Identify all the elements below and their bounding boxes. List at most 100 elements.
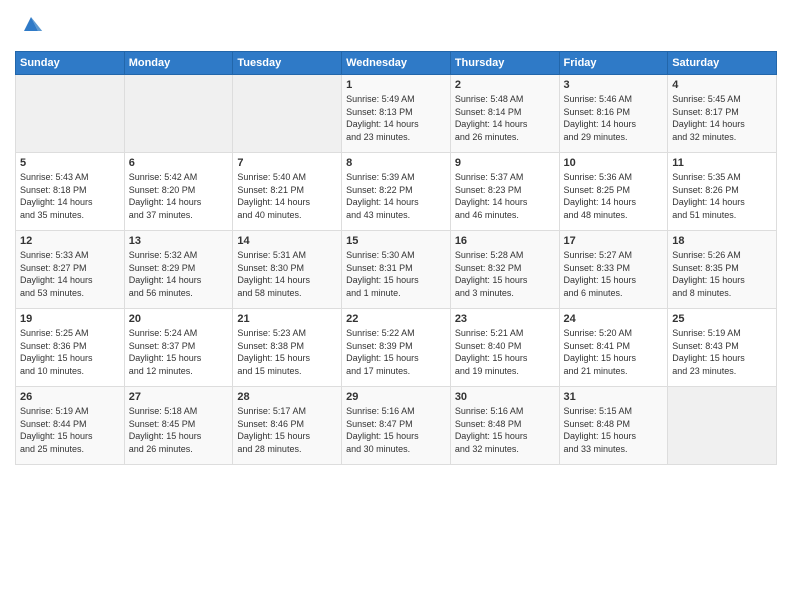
calendar-cell: 22 Sunrise: 5:22 AM Sunset: 8:39 PM Dayli…: [342, 309, 451, 387]
calendar-cell: [668, 387, 777, 465]
day-number: 31: [564, 391, 664, 403]
calendar-cell: 9 Sunrise: 5:37 AM Sunset: 8:23 PM Daylig…: [450, 153, 559, 231]
calendar-cell: 17 Sunrise: 5:27 AM Sunset: 8:33 PM Dayli…: [559, 231, 668, 309]
day-info: Sunrise: 5:16 AM Sunset: 8:48 PM Dayligh…: [455, 405, 555, 455]
calendar-cell: 1Sunrise: 5:49 AM Sunset: 8:13 PM Daylig…: [342, 75, 451, 153]
calendar-cell: 28 Sunrise: 5:17 AM Sunset: 8:46 PM Dayli…: [233, 387, 342, 465]
calendar-cell: 14 Sunrise: 5:31 AM Sunset: 8:30 PM Dayli…: [233, 231, 342, 309]
day-header-tuesday: Tuesday: [233, 52, 342, 75]
day-number: 21: [237, 313, 337, 325]
day-number: 20: [129, 313, 229, 325]
day-info: Sunrise: 5:40 AM Sunset: 8:21 PM Dayligh…: [237, 171, 337, 221]
day-info: Sunrise: 5:23 AM Sunset: 8:38 PM Dayligh…: [237, 327, 337, 377]
week-row-3: 12 Sunrise: 5:33 AM Sunset: 8:27 PM Dayli…: [16, 231, 777, 309]
calendar-cell: 21 Sunrise: 5:23 AM Sunset: 8:38 PM Dayli…: [233, 309, 342, 387]
calendar-cell: 12 Sunrise: 5:33 AM Sunset: 8:27 PM Dayli…: [16, 231, 125, 309]
day-number: 9: [455, 157, 555, 169]
calendar-cell: 26 Sunrise: 5:19 AM Sunset: 8:44 PM Dayli…: [16, 387, 125, 465]
day-number: 10: [564, 157, 664, 169]
day-number: 26: [20, 391, 120, 403]
day-number: 4: [672, 79, 772, 91]
calendar-cell: 20Sunrise: 5:24 AM Sunset: 8:37 PM Dayli…: [124, 309, 233, 387]
header: [15, 10, 777, 43]
day-number: 12: [20, 235, 120, 247]
day-info: Sunrise: 5:22 AM Sunset: 8:39 PM Dayligh…: [346, 327, 446, 377]
calendar-cell: 27 Sunrise: 5:18 AM Sunset: 8:45 PM Dayli…: [124, 387, 233, 465]
day-number: 24: [564, 313, 664, 325]
day-number: 15: [346, 235, 446, 247]
logo: [15, 10, 49, 43]
calendar-cell: [233, 75, 342, 153]
day-number: 17: [564, 235, 664, 247]
day-number: 25: [672, 313, 772, 325]
day-header-saturday: Saturday: [668, 52, 777, 75]
header-row: SundayMondayTuesdayWednesdayThursdayFrid…: [16, 52, 777, 75]
day-number: 29: [346, 391, 446, 403]
day-number: 7: [237, 157, 337, 169]
day-number: 16: [455, 235, 555, 247]
day-number: 22: [346, 313, 446, 325]
day-info: Sunrise: 5:36 AM Sunset: 8:25 PM Dayligh…: [564, 171, 664, 221]
day-info: Sunrise: 5:15 AM Sunset: 8:48 PM Dayligh…: [564, 405, 664, 455]
day-info: Sunrise: 5:25 AM Sunset: 8:36 PM Dayligh…: [20, 327, 120, 377]
calendar-cell: 15 Sunrise: 5:30 AM Sunset: 8:31 PM Dayli…: [342, 231, 451, 309]
day-info: Sunrise: 5:31 AM Sunset: 8:30 PM Dayligh…: [237, 249, 337, 299]
day-number: 8: [346, 157, 446, 169]
week-row-2: 5 Sunrise: 5:43 AM Sunset: 8:18 PM Daylig…: [16, 153, 777, 231]
day-number: 3: [564, 79, 664, 91]
day-number: 13: [129, 235, 229, 247]
day-info: Sunrise: 5:27 AM Sunset: 8:33 PM Dayligh…: [564, 249, 664, 299]
calendar-cell: 11 Sunrise: 5:35 AM Sunset: 8:26 PM Dayli…: [668, 153, 777, 231]
calendar-cell: 10 Sunrise: 5:36 AM Sunset: 8:25 PM Dayli…: [559, 153, 668, 231]
day-number: 5: [20, 157, 120, 169]
day-header-thursday: Thursday: [450, 52, 559, 75]
day-info: Sunrise: 5:39 AM Sunset: 8:22 PM Dayligh…: [346, 171, 446, 221]
week-row-1: 1Sunrise: 5:49 AM Sunset: 8:13 PM Daylig…: [16, 75, 777, 153]
day-info: Sunrise: 5:28 AM Sunset: 8:32 PM Dayligh…: [455, 249, 555, 299]
day-number: 19: [20, 313, 120, 325]
day-info: Sunrise: 5:46 AM Sunset: 8:16 PM Dayligh…: [564, 93, 664, 143]
day-info: Sunrise: 5:21 AM Sunset: 8:40 PM Dayligh…: [455, 327, 555, 377]
day-number: 1: [346, 79, 446, 91]
calendar-cell: 29 Sunrise: 5:16 AM Sunset: 8:47 PM Dayli…: [342, 387, 451, 465]
day-info: Sunrise: 5:18 AM Sunset: 8:45 PM Dayligh…: [129, 405, 229, 455]
calendar-cell: 16 Sunrise: 5:28 AM Sunset: 8:32 PM Dayli…: [450, 231, 559, 309]
calendar-cell: 6 Sunrise: 5:42 AM Sunset: 8:20 PM Daylig…: [124, 153, 233, 231]
calendar-cell: 25Sunrise: 5:19 AM Sunset: 8:43 PM Dayli…: [668, 309, 777, 387]
day-number: 11: [672, 157, 772, 169]
calendar-cell: 3 Sunrise: 5:46 AM Sunset: 8:16 PM Daylig…: [559, 75, 668, 153]
week-row-4: 19 Sunrise: 5:25 AM Sunset: 8:36 PM Dayli…: [16, 309, 777, 387]
day-header-wednesday: Wednesday: [342, 52, 451, 75]
calendar-cell: 23 Sunrise: 5:21 AM Sunset: 8:40 PM Dayli…: [450, 309, 559, 387]
day-number: 30: [455, 391, 555, 403]
calendar-cell: 31 Sunrise: 5:15 AM Sunset: 8:48 PM Dayli…: [559, 387, 668, 465]
calendar-cell: 30 Sunrise: 5:16 AM Sunset: 8:48 PM Dayli…: [450, 387, 559, 465]
day-info: Sunrise: 5:35 AM Sunset: 8:26 PM Dayligh…: [672, 171, 772, 221]
day-info: Sunrise: 5:45 AM Sunset: 8:17 PM Dayligh…: [672, 93, 772, 143]
calendar-cell: 18Sunrise: 5:26 AM Sunset: 8:35 PM Dayli…: [668, 231, 777, 309]
day-number: 27: [129, 391, 229, 403]
day-number: 6: [129, 157, 229, 169]
day-number: 28: [237, 391, 337, 403]
day-number: 14: [237, 235, 337, 247]
calendar-cell: 19 Sunrise: 5:25 AM Sunset: 8:36 PM Dayli…: [16, 309, 125, 387]
week-row-5: 26 Sunrise: 5:19 AM Sunset: 8:44 PM Dayli…: [16, 387, 777, 465]
day-info: Sunrise: 5:33 AM Sunset: 8:27 PM Dayligh…: [20, 249, 120, 299]
calendar-cell: [124, 75, 233, 153]
day-header-monday: Monday: [124, 52, 233, 75]
calendar-cell: 5 Sunrise: 5:43 AM Sunset: 8:18 PM Daylig…: [16, 153, 125, 231]
day-info: Sunrise: 5:30 AM Sunset: 8:31 PM Dayligh…: [346, 249, 446, 299]
calendar-cell: 7 Sunrise: 5:40 AM Sunset: 8:21 PM Daylig…: [233, 153, 342, 231]
day-info: Sunrise: 5:37 AM Sunset: 8:23 PM Dayligh…: [455, 171, 555, 221]
calendar-cell: [16, 75, 125, 153]
page: SundayMondayTuesdayWednesdayThursdayFrid…: [0, 0, 792, 612]
day-header-friday: Friday: [559, 52, 668, 75]
day-info: Sunrise: 5:43 AM Sunset: 8:18 PM Dayligh…: [20, 171, 120, 221]
day-number: 23: [455, 313, 555, 325]
day-info: Sunrise: 5:19 AM Sunset: 8:44 PM Dayligh…: [20, 405, 120, 455]
day-info: Sunrise: 5:42 AM Sunset: 8:20 PM Dayligh…: [129, 171, 229, 221]
day-info: Sunrise: 5:17 AM Sunset: 8:46 PM Dayligh…: [237, 405, 337, 455]
day-number: 18: [672, 235, 772, 247]
day-info: Sunrise: 5:16 AM Sunset: 8:47 PM Dayligh…: [346, 405, 446, 455]
calendar-table: SundayMondayTuesdayWednesdayThursdayFrid…: [15, 51, 777, 465]
